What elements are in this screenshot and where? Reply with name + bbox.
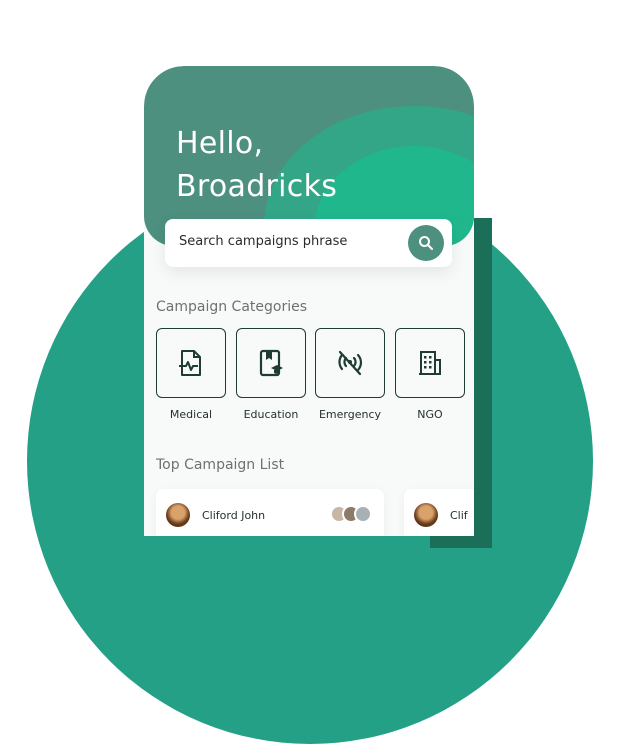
avatar: [166, 503, 190, 527]
category-label-ngo: NGO: [417, 408, 443, 421]
campaign-list-title: Top Campaign List: [156, 457, 285, 473]
search-button[interactable]: [408, 225, 444, 261]
categories-title: Campaign Categories: [156, 299, 308, 315]
campaign-card[interactable]: Clif: [404, 489, 474, 536]
search-input[interactable]: Search campaigns phrase: [179, 234, 347, 249]
category-label-medical: Medical: [169, 408, 213, 421]
category-medical[interactable]: [156, 328, 226, 398]
greeting-username: Broadricks: [176, 169, 338, 204]
education-book-icon: [259, 349, 283, 377]
donor-avatar: [354, 505, 372, 523]
category-label-education: Education: [243, 408, 299, 421]
campaign-owner-name: Cliford John: [202, 509, 266, 522]
category-education[interactable]: [236, 328, 306, 398]
building-icon: [419, 351, 441, 375]
greeting-hello: Hello,: [176, 126, 264, 161]
greeting: Hello, Broadricks: [176, 122, 337, 208]
search-bar[interactable]: Search campaigns phrase: [165, 219, 452, 267]
category-ngo[interactable]: [395, 328, 465, 398]
avatar: [414, 503, 438, 527]
campaign-owner-name: Clif: [450, 509, 468, 522]
campaign-card[interactable]: Cliford John: [156, 489, 384, 536]
category-emergency[interactable]: [315, 328, 385, 398]
medical-file-icon: [179, 350, 201, 376]
emergency-signal-icon: [338, 350, 363, 376]
search-icon: [419, 236, 433, 250]
phone-screen: Hello, Broadricks Search campaigns phras…: [144, 66, 474, 536]
category-label-emergency: Emergency: [318, 408, 382, 421]
